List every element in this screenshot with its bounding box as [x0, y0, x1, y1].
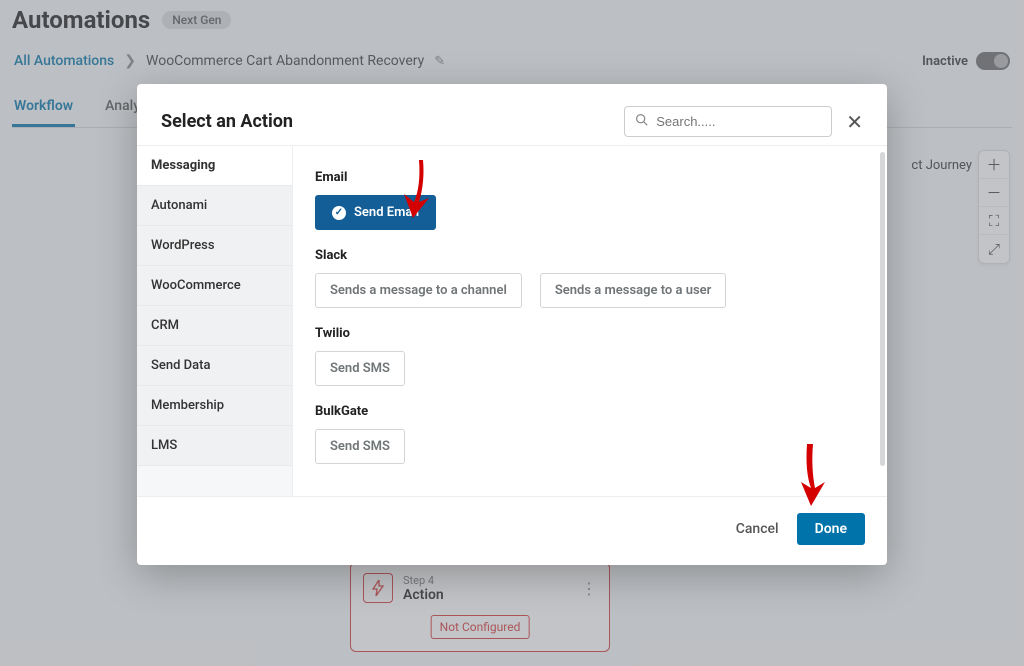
action-pane: Email ✓ Send Email Slack Sends a message… — [293, 146, 887, 496]
category-messaging[interactable]: Messaging — [137, 146, 292, 186]
group-slack-label: Slack — [315, 248, 865, 263]
bulkgate-sms-button[interactable]: Send SMS — [315, 429, 405, 464]
category-list: Messaging Autonami WordPress WooCommerce… — [137, 146, 293, 496]
slack-channel-button[interactable]: Sends a message to a channel — [315, 273, 522, 308]
slack-user-button[interactable]: Sends a message to a user — [540, 273, 727, 308]
twilio-sms-button[interactable]: Send SMS — [315, 351, 405, 386]
category-lms[interactable]: LMS — [137, 426, 292, 466]
select-action-modal: Select an Action ✕ Messaging Autonami Wo… — [137, 84, 887, 565]
category-autonami[interactable]: Autonami — [137, 186, 292, 226]
category-send-data[interactable]: Send Data — [137, 346, 292, 386]
send-email-label: Send Email — [354, 205, 419, 220]
category-crm[interactable]: CRM — [137, 306, 292, 346]
check-icon: ✓ — [332, 206, 346, 220]
search-icon — [635, 113, 648, 130]
close-icon[interactable]: ✕ — [846, 110, 863, 134]
modal-title: Select an Action — [161, 111, 293, 132]
send-email-button[interactable]: ✓ Send Email — [315, 195, 436, 230]
done-button[interactable]: Done — [797, 513, 865, 545]
category-woocommerce[interactable]: WooCommerce — [137, 266, 292, 306]
category-wordpress[interactable]: WordPress — [137, 226, 292, 266]
modal-overlay: Select an Action ✕ Messaging Autonami Wo… — [0, 0, 1024, 666]
group-email-label: Email — [315, 170, 865, 185]
search-input[interactable] — [656, 114, 832, 129]
cancel-button[interactable]: Cancel — [736, 521, 779, 537]
group-bulkgate-label: BulkGate — [315, 404, 865, 419]
scrollbar[interactable] — [880, 152, 885, 466]
search-input-wrapper[interactable] — [624, 106, 832, 137]
category-membership[interactable]: Membership — [137, 386, 292, 426]
group-twilio-label: Twilio — [315, 326, 865, 341]
